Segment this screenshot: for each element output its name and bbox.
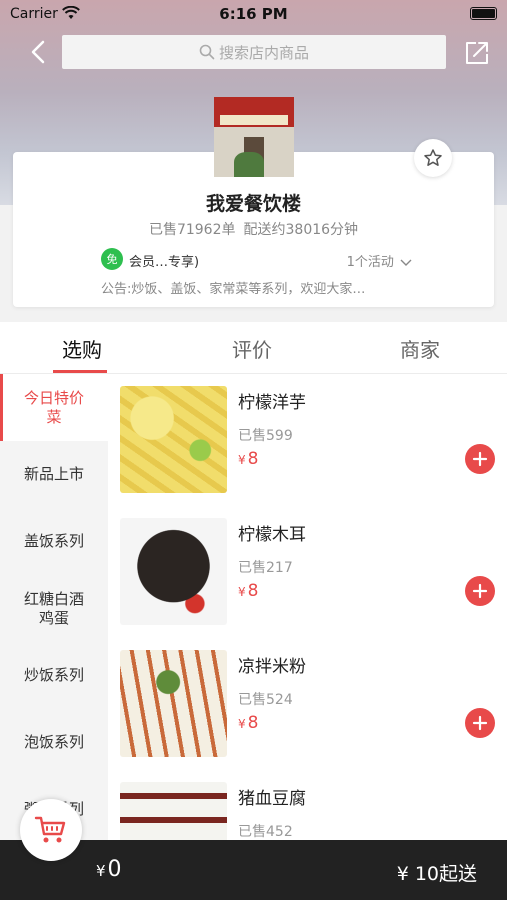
category-item[interactable]: 盖饭系列 — [0, 508, 108, 575]
currency-symbol: ¥ — [238, 453, 246, 467]
product-sold: 已售599 — [238, 428, 293, 444]
clock: 6:16 PM — [219, 5, 288, 23]
tab-merchant[interactable]: 商家 — [400, 334, 440, 363]
product-price: ¥8 — [238, 449, 258, 469]
product-price: ¥8 — [238, 713, 258, 733]
cart-button[interactable] — [20, 799, 82, 861]
shop-stats: 已售71962单 配送约38016分钟 — [0, 219, 507, 239]
plus-icon — [472, 583, 488, 599]
product-image — [120, 518, 227, 625]
min-order-label: ¥ 10起送 — [396, 863, 477, 885]
plus-icon — [472, 715, 488, 731]
star-icon — [424, 149, 442, 166]
product-name: 柠檬木耳 — [238, 525, 306, 545]
cart-total: ¥0 — [96, 857, 122, 882]
add-to-cart-button[interactable] — [465, 576, 495, 606]
search-placeholder: 搜索店内商品 — [218, 43, 309, 62]
add-to-cart-button[interactable] — [465, 708, 495, 738]
price-value: 8 — [247, 713, 259, 733]
product-name: 柠檬洋芋 — [238, 393, 306, 413]
search-input[interactable]: 搜索店内商品 — [62, 35, 446, 69]
add-to-cart-button[interactable] — [465, 444, 495, 474]
cart-total-value: 0 — [107, 857, 122, 882]
activity-label: 1个活动 — [346, 255, 394, 270]
price-value: 8 — [247, 449, 259, 469]
category-item[interactable]: 新品上市 — [0, 441, 108, 508]
category-item[interactable]: 炒饭系列 — [0, 642, 108, 709]
product-sold: 已售217 — [238, 560, 293, 576]
free-badge: 免 — [101, 248, 123, 270]
product-sold: 已售452 — [238, 824, 293, 840]
favorite-button[interactable] — [414, 139, 452, 177]
product-sold: 已售524 — [238, 692, 293, 708]
back-icon[interactable] — [26, 38, 52, 66]
category-sidebar: 今日特价菜 新品上市 盖饭系列 红糖白酒鸡蛋 炒饭系列 泡饭系列 粥类系列 — [0, 374, 108, 840]
activity-count[interactable]: 1个活动 — [347, 251, 412, 270]
product-item[interactable]: 柠檬木耳 已售217 ¥8 — [108, 506, 507, 638]
tab-shop[interactable]: 选购 — [62, 334, 102, 363]
category-item[interactable]: 泡饭系列 — [0, 709, 108, 776]
currency-symbol: ¥ — [96, 862, 106, 880]
chevron-down-icon — [400, 259, 412, 266]
product-name: 凉拌米粉 — [238, 657, 306, 677]
plus-icon — [472, 451, 488, 467]
promo-text: 会员…专享) — [129, 255, 200, 270]
product-item[interactable]: 柠檬洋芋 已售599 ¥8 — [108, 374, 507, 506]
product-image — [120, 650, 227, 757]
product-image — [120, 386, 227, 493]
search-icon — [199, 44, 215, 60]
category-item[interactable]: 今日特价菜 — [0, 374, 108, 441]
product-price: ¥8 — [238, 581, 258, 601]
product-item[interactable]: 凉拌米粉 已售524 ¥8 — [108, 638, 507, 770]
shop-name: 我爱餐饮楼 — [205, 193, 301, 215]
status-bar: Carrier 6:16 PM — [0, 0, 507, 28]
product-item[interactable]: 猪血豆腐 已售452 ¥8 — [108, 770, 507, 840]
cart-icon — [34, 816, 66, 843]
tab-underline — [53, 370, 107, 373]
currency-symbol: ¥ — [238, 585, 246, 599]
tab-bar: 选购 评价 商家 — [0, 322, 507, 374]
product-image — [120, 782, 227, 840]
tab-reviews[interactable]: 评价 — [232, 334, 272, 363]
shop-logo — [214, 97, 294, 177]
delivery-time: 配送约38016分钟 — [243, 222, 359, 238]
shop-notice: 公告:炒饭、盖饭、家常菜等系列，欢迎大家… — [101, 282, 366, 297]
product-list: 柠檬洋芋 已售599 ¥8 柠檬木耳 已售217 ¥8 凉拌米粉 已售524 ¥… — [108, 374, 507, 840]
product-name: 猪血豆腐 — [238, 789, 306, 809]
share-icon[interactable] — [464, 38, 490, 66]
sold-count: 已售71962单 — [148, 222, 236, 238]
price-value: 8 — [247, 581, 259, 601]
promo-row[interactable]: 免 会员…专享) 1个活动 — [101, 248, 416, 272]
category-item[interactable]: 红糖白酒鸡蛋 — [0, 575, 108, 642]
currency-symbol: ¥ — [238, 717, 246, 731]
battery-icon — [470, 7, 497, 20]
